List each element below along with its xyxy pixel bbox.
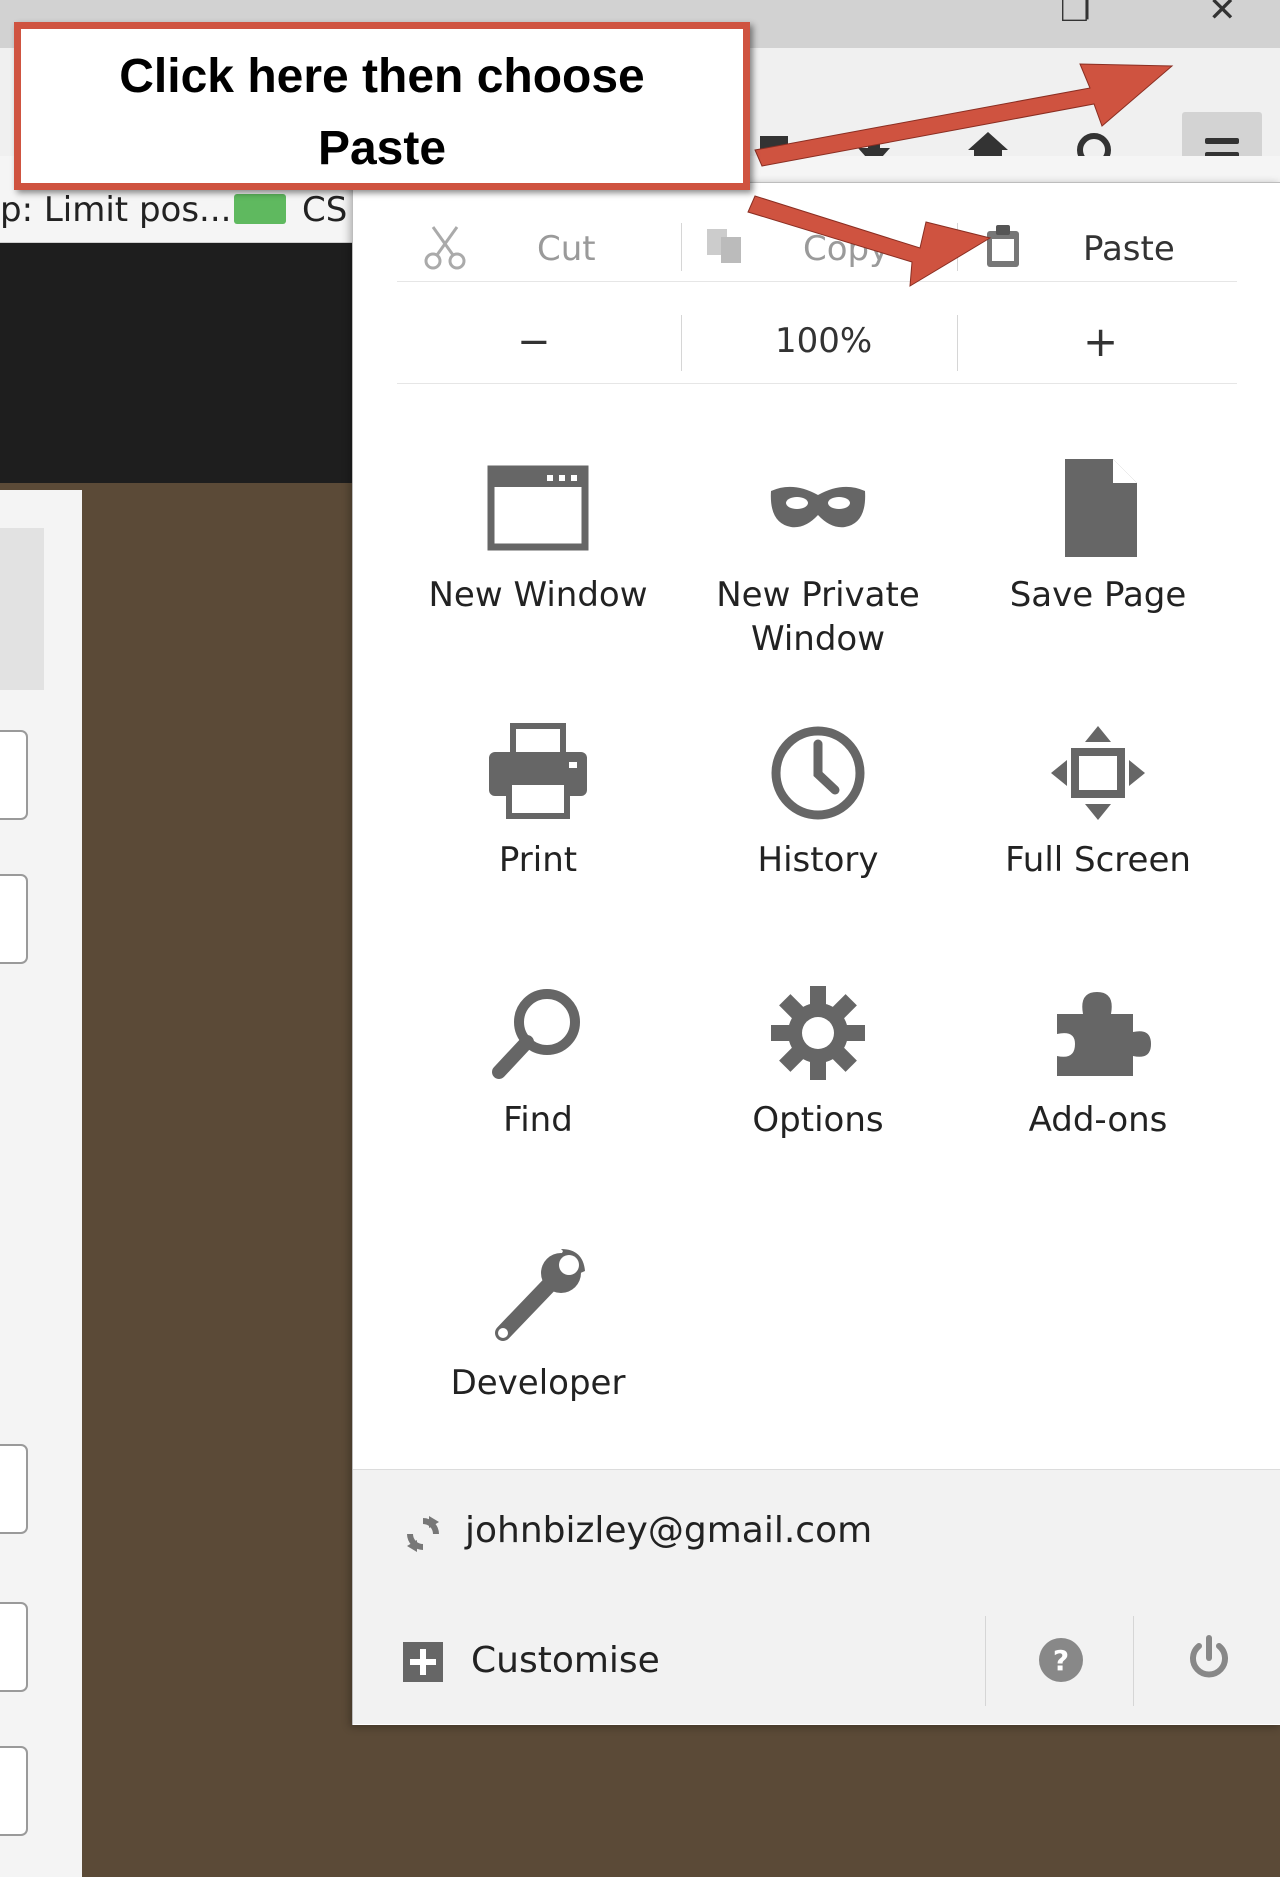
page-input-field[interactable] [0, 1602, 28, 1692]
options-label: Options [752, 1100, 884, 1140]
copy-icon [703, 225, 747, 269]
page-left-block [0, 528, 44, 690]
customise-label[interactable]: Customise [471, 1640, 660, 1681]
separator [681, 223, 682, 271]
new-private-window-label: New Private Window [678, 573, 958, 661]
new-private-window-button[interactable]: New Private Window [678, 453, 958, 661]
history-button[interactable]: History [678, 718, 958, 882]
copy-button[interactable]: Copy [803, 229, 889, 269]
zoom-reset-button[interactable]: 100% [775, 321, 872, 361]
history-label: History [757, 840, 879, 880]
customise-button[interactable] [401, 1640, 445, 1684]
window-icon [483, 453, 593, 563]
cut-button[interactable]: Cut [537, 229, 596, 269]
bookmark-item-2[interactable]: CS [302, 190, 347, 230]
developer-label: Developer [450, 1363, 626, 1403]
find-button[interactable]: Find [398, 978, 678, 1142]
separator [985, 1616, 986, 1706]
bookmark-favicon [234, 194, 286, 224]
separator [957, 315, 958, 371]
save-page-label: Save Page [1009, 575, 1187, 615]
power-icon [1190, 1635, 1228, 1678]
instruction-callout: Click here then choose Paste [14, 22, 750, 190]
edit-controls-row: Cut Copy Paste [397, 213, 1237, 282]
cut-icon [421, 223, 469, 271]
developer-button[interactable]: Developer [398, 1241, 678, 1405]
plus-icon [403, 1642, 443, 1682]
full-screen-label: Full Screen [1005, 840, 1191, 880]
separator [681, 315, 682, 371]
print-button[interactable]: Print [398, 718, 678, 882]
zoom-out-button[interactable]: − [517, 319, 551, 365]
page-input-field[interactable] [0, 1444, 28, 1534]
label-line-2: Window [750, 619, 886, 659]
zoom-in-button[interactable]: + [1083, 317, 1118, 366]
options-button[interactable]: Options [678, 978, 958, 1142]
callout-line-1: Click here then choose [119, 50, 645, 103]
page-input-field[interactable] [0, 730, 28, 820]
add-ons-button[interactable]: Add-ons [958, 978, 1238, 1142]
print-label: Print [498, 840, 578, 880]
separator [957, 223, 958, 271]
close-icon[interactable]: ✕ [1208, 0, 1237, 30]
save-page-button[interactable]: Save Page [958, 453, 1238, 617]
callout-line-2: Paste [317, 122, 447, 175]
fullscreen-icon [1043, 718, 1153, 828]
page-input-field[interactable] [0, 874, 28, 964]
quit-button[interactable] [1185, 1634, 1233, 1682]
restore-icon[interactable]: ❐ [1060, 0, 1090, 30]
callout-text: Click here then choose Paste [21, 41, 743, 185]
new-window-button[interactable]: New Window [398, 453, 678, 617]
mask-icon [763, 453, 873, 563]
help-button[interactable]: ? [1037, 1636, 1085, 1684]
sync-icon [401, 1512, 445, 1556]
printer-icon [483, 718, 593, 828]
hamburger-menu-icon [1205, 138, 1239, 144]
svg-text:?: ? [1053, 1644, 1069, 1677]
bookmark-item[interactable]: p: Limit pos... [0, 190, 231, 230]
paste-icon [983, 223, 1023, 271]
paste-button[interactable]: Paste [1083, 229, 1175, 269]
search-icon [483, 978, 593, 1088]
wrench-icon [483, 1241, 593, 1351]
zoom-controls-row: − 100% + [397, 301, 1237, 384]
account-email: johnbizley@gmail.com [465, 1510, 873, 1551]
label-line-1: New Private [716, 575, 920, 615]
full-screen-button[interactable]: Full Screen [958, 718, 1238, 882]
add-ons-label: Add-ons [1028, 1100, 1168, 1140]
sync-account-row[interactable]: johnbizley@gmail.com [353, 1469, 1280, 1597]
separator [1133, 1616, 1134, 1706]
find-label: Find [503, 1100, 573, 1140]
help-icon: ? [1039, 1638, 1083, 1682]
page-input-field[interactable] [0, 1746, 28, 1836]
new-window-label: New Window [428, 575, 648, 615]
gear-icon [763, 978, 873, 1088]
clock-icon [763, 718, 873, 828]
puzzle-icon [1043, 978, 1153, 1088]
menu-footer: Customise ? [353, 1596, 1280, 1724]
page-icon [1043, 453, 1153, 563]
main-menu-panel: Cut Copy Paste − 100% + New Window New P… [352, 182, 1280, 1725]
